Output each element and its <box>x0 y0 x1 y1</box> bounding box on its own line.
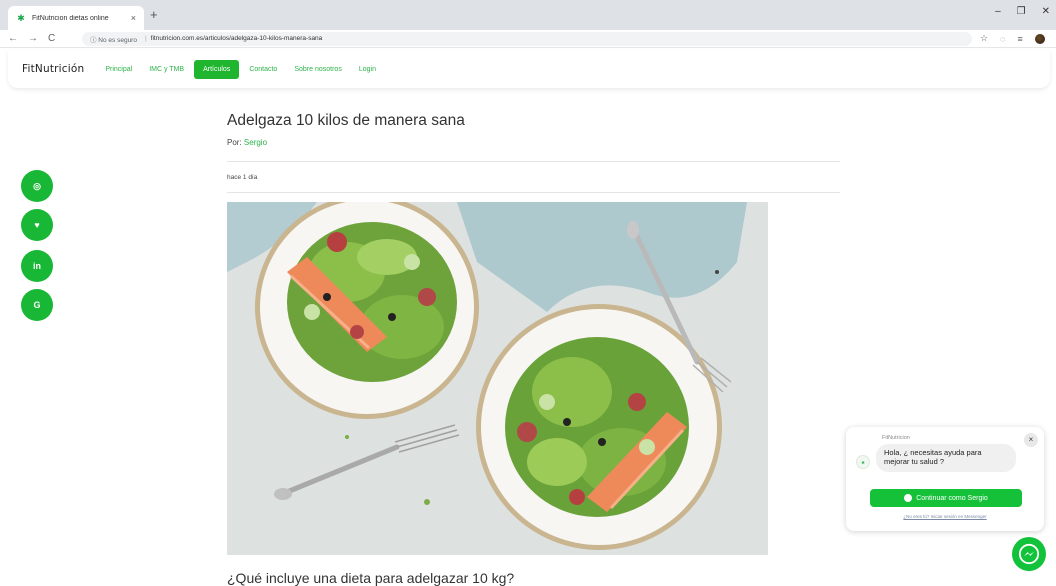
forward-button[interactable]: → <box>28 33 38 44</box>
author-link[interactable]: Sergio <box>244 138 267 147</box>
site-navbar: FitNutrición Principal IMC y TMB Artícul… <box>8 50 1050 88</box>
profile-avatar[interactable] <box>1034 33 1045 44</box>
messenger-small-icon <box>904 494 913 502</box>
instagram-button[interactable]: ◎ <box>21 170 53 202</box>
site-favicon-icon: ✱ <box>17 12 25 23</box>
restore-button[interactable]: ❐ <box>1017 6 1026 17</box>
tab-close-icon[interactable]: × <box>131 13 136 23</box>
google-icon: G <box>33 300 41 310</box>
new-tab-button[interactable]: + <box>150 7 158 22</box>
chat-page-avatar: ✱ <box>856 455 870 469</box>
browser-tab-strip: ✱ FitNutricion dietas online × + – ❐ ✕ <box>0 0 1056 30</box>
url-separator: | <box>144 35 147 42</box>
linkedin-icon: in <box>33 261 41 271</box>
continue-as-label: Continuar como Sergio <box>916 494 988 502</box>
next-section-heading: ¿Qué incluye una dieta para adelgazar 10… <box>227 570 515 586</box>
byline-label: Por: <box>227 138 242 147</box>
nav-articulos[interactable]: Artículos <box>194 59 240 79</box>
google-button[interactable]: G <box>21 289 53 321</box>
article-title: Adelgaza 10 kilos de manera sana <box>227 112 465 129</box>
linkedin-button[interactable]: in <box>21 250 53 282</box>
article-header: Adelgaza 10 kilos de manera sana Por: Se… <box>227 112 841 147</box>
not-secure-indicator[interactable]: ⓘ No es seguro <box>90 34 137 44</box>
extension-icon[interactable]: ◌ <box>1000 34 1005 44</box>
url-input[interactable]: ⓘ No es seguro | fitnutricion.com.es /ar… <box>82 31 972 46</box>
chat-message: Hola, ¿ necesitas ayuda para mejorar tu … <box>876 444 1016 472</box>
reading-list-icon[interactable]: ≡ <box>1017 34 1022 44</box>
article-byline: Por: Sergio <box>227 138 841 147</box>
divider <box>227 192 840 193</box>
chat-widget: FitNutricion × ✱ Hola, ¿ necesitas ayuda… <box>846 427 1044 531</box>
continue-as-button[interactable]: Continuar como Sergio <box>870 489 1022 507</box>
chat-page-name: FitNutricion <box>882 435 910 441</box>
site-logo[interactable]: FitNutrición <box>22 63 84 75</box>
nav-sobre-nosotros[interactable]: Sobre nosotros <box>287 61 348 78</box>
browser-tab[interactable]: ✱ FitNutricion dietas online × <box>8 6 144 30</box>
nav-login[interactable]: Login <box>352 61 383 78</box>
close-window-button[interactable]: ✕ <box>1042 6 1050 17</box>
tab-title: FitNutricion dietas online <box>32 14 109 22</box>
url-path: /articulos/adelgaza-10-kilos-manera-sana <box>203 35 323 42</box>
messenger-launcher[interactable] <box>1012 537 1046 571</box>
article-date: hace 1 día <box>227 174 258 181</box>
navigation-buttons: ← → C <box>0 33 82 44</box>
twitter-button[interactable]: ♥ <box>21 209 53 241</box>
salad-photo <box>227 202 768 555</box>
back-button[interactable]: ← <box>8 33 18 44</box>
instagram-icon: ◎ <box>33 180 41 191</box>
window-controls: – ❐ ✕ <box>995 6 1050 17</box>
nav-principal[interactable]: Principal <box>98 61 139 78</box>
chat-close-icon[interactable]: × <box>1024 433 1038 447</box>
reload-button[interactable]: C <box>48 33 55 44</box>
twitter-icon: ♥ <box>34 220 40 230</box>
url-domain: fitnutricion.com.es <box>150 35 204 42</box>
article-image <box>227 202 768 555</box>
address-bar-row: ← → C ⓘ No es seguro | fitnutricion.com.… <box>0 30 1056 48</box>
messenger-icon <box>1018 543 1040 565</box>
nav-imc-tmb[interactable]: IMC y TMB <box>142 61 191 78</box>
not-you-link[interactable]: ¿No eres tú? Iniciar sesión en Messenger <box>846 514 1044 519</box>
divider <box>227 161 840 162</box>
nav-contacto[interactable]: Contacto <box>242 61 284 78</box>
toolbar-extensions: ☆ ◌ ≡ <box>972 33 1045 44</box>
minimize-button[interactable]: – <box>995 6 1001 17</box>
bookmark-star-icon[interactable]: ☆ <box>980 33 988 44</box>
